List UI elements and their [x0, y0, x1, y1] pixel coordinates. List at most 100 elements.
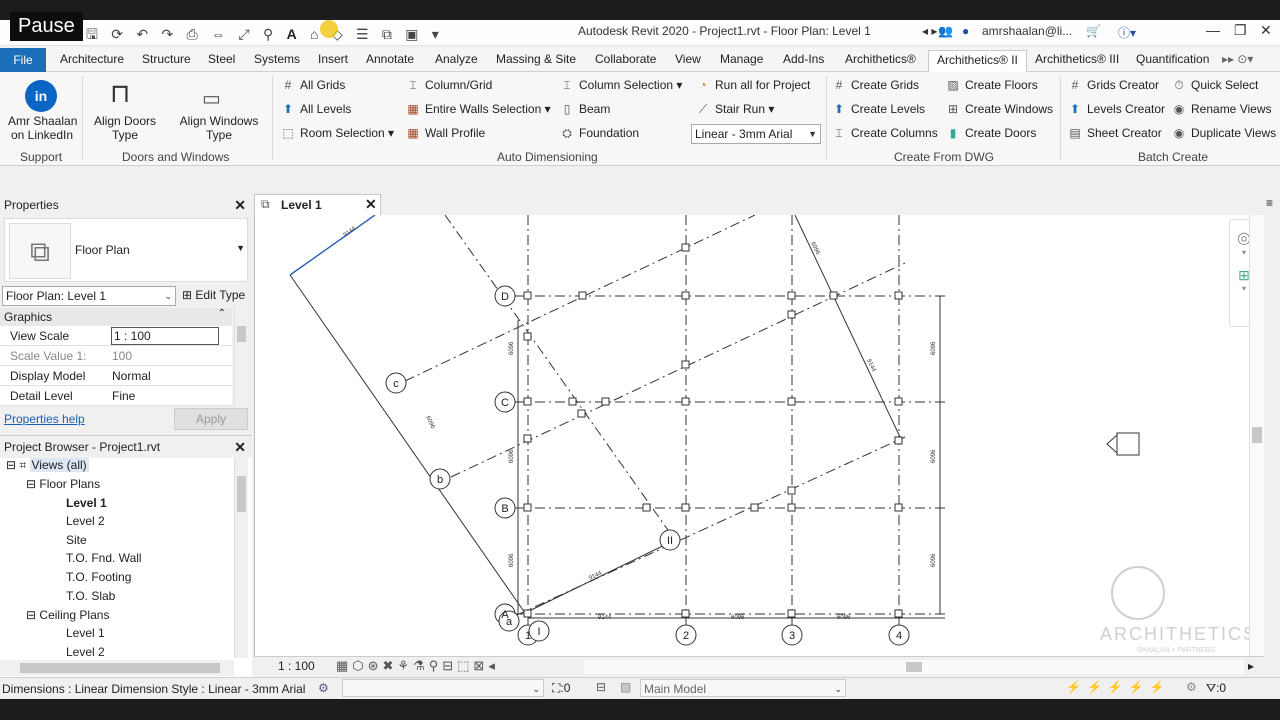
- tab-architecture[interactable]: Architecture: [60, 52, 124, 66]
- all-grids-button[interactable]: # All Grids: [281, 78, 346, 92]
- instance-selector[interactable]: Floor Plan: Level 1 ⌄: [2, 286, 176, 306]
- view-scale-input[interactable]: 1 : 100: [111, 327, 219, 345]
- measure-icon[interactable]: ⇔: [211, 26, 225, 42]
- help-icon[interactable]: ⓘ▾: [1118, 24, 1136, 41]
- align-doors-icon[interactable]: ⊓: [110, 78, 130, 109]
- canvas-vscrollbar[interactable]: [1249, 215, 1263, 656]
- entire-walls-button[interactable]: ▦ Entire Walls Selection ▾: [406, 102, 550, 116]
- browser-scrollbar[interactable]: [234, 458, 248, 658]
- prop-detail-level[interactable]: Detail Level Fine: [0, 386, 232, 406]
- properties-scrollbar[interactable]: [234, 308, 248, 404]
- tab-quantification[interactable]: Quantification: [1136, 52, 1209, 66]
- tab-archithetics-2[interactable]: Archithetics® II: [928, 50, 1027, 72]
- switch-windows-icon[interactable]: ▣: [405, 26, 418, 43]
- tab-massing-site[interactable]: Massing & Site: [496, 52, 576, 66]
- design-options-icon[interactable]: ▧: [620, 680, 631, 694]
- align-dim-icon[interactable]: ⤢: [238, 26, 249, 43]
- tab-archithetics-3[interactable]: Archithetics® III: [1035, 52, 1119, 66]
- design-option-select[interactable]: Main Model ⌄: [640, 679, 846, 697]
- tree-views-all[interactable]: ⊟ ⌗ Views (all): [6, 458, 89, 473]
- tab-collaborate[interactable]: Collaborate: [595, 52, 656, 66]
- align-windows-icon[interactable]: ▭: [202, 86, 221, 111]
- tab-analyze[interactable]: Analyze: [435, 52, 478, 66]
- properties-help-link[interactable]: Properties help: [4, 412, 85, 426]
- canvas-hscrollbar[interactable]: [584, 660, 1244, 674]
- tree-ceiling-level-2[interactable]: Level 2: [66, 645, 105, 659]
- save-icon[interactable]: 🖫: [86, 24, 98, 48]
- tab-archithetics-1[interactable]: Archithetics®: [845, 52, 916, 66]
- tab-systems[interactable]: Systems: [254, 52, 300, 66]
- prop-display-model[interactable]: Display Model Normal: [0, 366, 232, 386]
- print-icon[interactable]: ⎙: [187, 26, 198, 43]
- worksets-icon[interactable]: ⚙: [318, 681, 329, 695]
- pause-overlay[interactable]: Pause: [10, 12, 83, 41]
- user-group-icon[interactable]: 👥: [938, 24, 953, 38]
- tree-site[interactable]: Site: [66, 533, 87, 547]
- create-windows-button[interactable]: ⊞ Create Windows: [946, 102, 1053, 116]
- close-icon[interactable]: ✕: [234, 436, 246, 458]
- quick-select-button[interactable]: ⏱ Quick Select: [1172, 78, 1258, 93]
- levels-creator-button[interactable]: ⬆ Levels Creator: [1068, 102, 1165, 116]
- workset-select[interactable]: ⌄: [342, 679, 544, 697]
- undo-icon[interactable]: ↶: [136, 26, 148, 43]
- column-grid-button[interactable]: ⌶ Column/Grid: [406, 78, 492, 93]
- tab-insert[interactable]: Insert: [318, 52, 348, 66]
- tree-ceiling-level-1[interactable]: Level 1: [66, 626, 105, 640]
- tab-structure[interactable]: Structure: [142, 52, 191, 66]
- linkedin-icon[interactable]: in: [25, 80, 57, 112]
- more-tabs-icon[interactable]: ▸▸ ⊙▾: [1222, 52, 1253, 66]
- user-icon[interactable]: ●: [962, 24, 969, 38]
- grids-creator-button[interactable]: # Grids Creator: [1068, 78, 1159, 92]
- tag-icon[interactable]: ⚲: [263, 26, 273, 43]
- background-process-icon[interactable]: ⚙: [1186, 680, 1197, 694]
- view-menu-icon[interactable]: ≡: [1266, 196, 1273, 210]
- redo-icon[interactable]: ↷: [161, 26, 173, 43]
- duplicate-views-button[interactable]: ◉ Duplicate Views: [1172, 126, 1276, 140]
- 3d-view-icon[interactable]: ⌂: [310, 26, 318, 42]
- tree-to-footing[interactable]: T.O. Footing: [66, 570, 131, 584]
- selection-options-icons[interactable]: ⚡⚡⚡⚡⚡: [1066, 680, 1171, 694]
- tree-level-2[interactable]: Level 2: [66, 514, 105, 528]
- section-header[interactable]: Graphics ⌃: [0, 308, 232, 326]
- editing-requests-icon[interactable]: ⊟: [596, 680, 606, 694]
- thin-lines-icon[interactable]: ☰: [356, 26, 369, 43]
- linkedin-button[interactable]: Amr Shaalan on LinkedIn: [8, 114, 77, 142]
- close-icon[interactable]: ✕: [234, 194, 246, 216]
- apply-button[interactable]: Apply: [174, 408, 248, 430]
- align-doors-button[interactable]: Align Doors Type: [92, 114, 158, 142]
- wall-profile-button[interactable]: ▦ Wall Profile: [406, 126, 485, 140]
- close-window-icon[interactable]: ✕: [1260, 22, 1272, 39]
- selection-filter[interactable]: ⛶:0: [552, 681, 570, 696]
- drawing-canvas[interactable]: D C B A 1 2 3 4 c b a I II 9144 9144 914…: [254, 215, 1264, 656]
- tab-steel[interactable]: Steel: [208, 52, 235, 66]
- all-levels-button[interactable]: ⬆ All Levels: [281, 102, 351, 116]
- align-windows-button[interactable]: Align Windows Type: [176, 114, 262, 142]
- browser-hscrollbar[interactable]: [0, 660, 234, 676]
- run-all-button[interactable]: ◔ Run all for Project: [696, 78, 810, 92]
- filter-count[interactable]: ⛛:0: [1206, 681, 1226, 696]
- scroll-right-icon[interactable]: ▸: [1248, 659, 1254, 673]
- view-scale-control[interactable]: 1 : 100: [278, 659, 315, 673]
- tree-floor-plans[interactable]: ⊟ Floor Plans: [26, 477, 100, 491]
- tree-to-slab[interactable]: T.O. Slab: [66, 589, 115, 603]
- tree-ceiling-plans[interactable]: ⊟ Ceiling Plans: [26, 608, 109, 622]
- dimension-style-select[interactable]: Linear - 3mm Arial ▼: [691, 124, 821, 144]
- customize-qat-icon[interactable]: ▾: [432, 26, 439, 43]
- beam-button[interactable]: ▯ Beam: [560, 102, 611, 116]
- edit-type-button[interactable]: ⊞ Edit Type: [182, 288, 245, 302]
- rename-views-button[interactable]: ◉ Rename Views: [1172, 102, 1272, 116]
- tab-view[interactable]: View: [675, 52, 701, 66]
- sync-icon[interactable]: ⟳: [111, 26, 123, 43]
- cart-icon[interactable]: 🛒: [1086, 24, 1101, 38]
- prop-view-scale[interactable]: View Scale 1 : 100: [0, 326, 232, 346]
- create-grids-button[interactable]: # Create Grids: [832, 78, 919, 92]
- create-doors-button[interactable]: ▮ Create Doors: [946, 126, 1037, 140]
- column-selection-button[interactable]: ⌶ Column Selection ▾: [560, 78, 682, 93]
- stair-run-button[interactable]: ⟋ Stair Run ▾: [696, 102, 775, 117]
- create-floors-button[interactable]: ▨ Create Floors: [946, 78, 1037, 92]
- tree-to-fnd-wall[interactable]: T.O. Fnd. Wall: [66, 551, 142, 565]
- minimize-icon[interactable]: —: [1206, 22, 1220, 38]
- tab-annotate[interactable]: Annotate: [366, 52, 414, 66]
- user-account[interactable]: amrshaalan@li...: [982, 24, 1072, 38]
- foundation-button[interactable]: ⛭ Foundation: [560, 126, 639, 141]
